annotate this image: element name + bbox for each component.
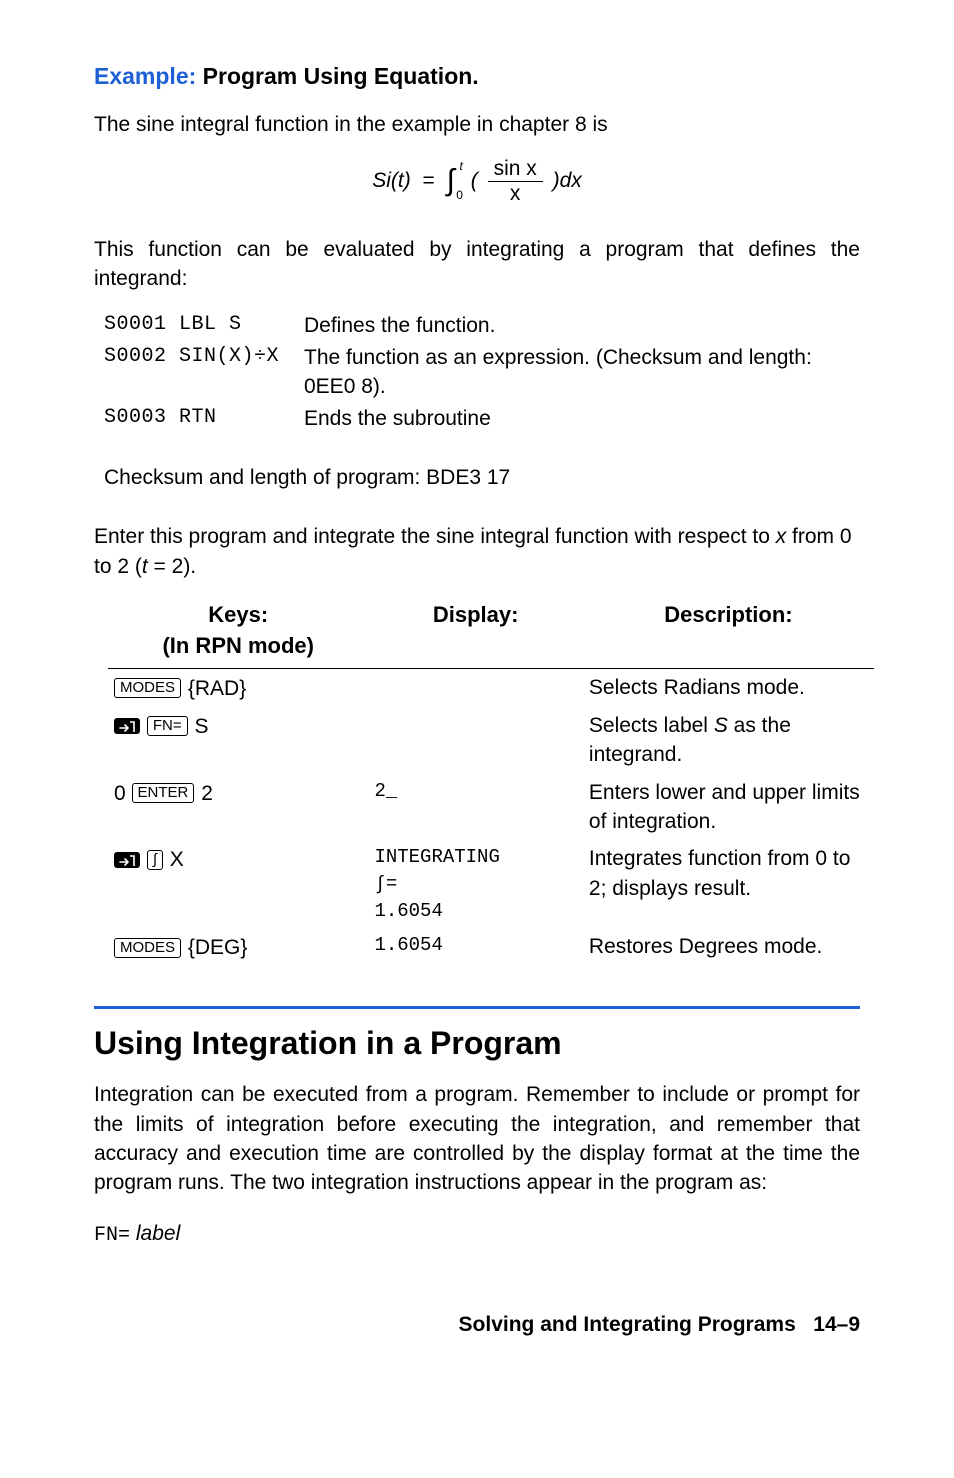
int-upper: t (460, 158, 463, 175)
desc-cell: Selects label S as the integrand. (583, 707, 874, 774)
example-label: Example: (94, 63, 196, 89)
intro3-var: x (776, 525, 787, 548)
key-text: {DEG} (182, 936, 247, 959)
desc-cell: Selects Radians mode. (583, 668, 874, 707)
example-heading: Example: Program Using Equation. (94, 60, 860, 92)
key-text: 2 (195, 781, 213, 804)
close-paren: ) (553, 169, 560, 192)
step-row: S0003 RTN Ends the subroutine (104, 404, 860, 433)
formula-lhs: Si(t) (372, 169, 411, 192)
formula-eq: = (423, 169, 435, 192)
step-code: S0001 LBL S (104, 311, 304, 340)
display-cell (368, 707, 582, 774)
shift-key (114, 718, 140, 734)
table-row: FN= S Selects label S as the integrand. (108, 707, 874, 774)
key-text: X (164, 848, 184, 871)
open-paren: ( (471, 169, 478, 192)
col-keys-header: Keys: (In RPN mode) (108, 599, 368, 668)
int-lower: 0 (456, 187, 463, 204)
keys-cell: 0 ENTER 2 (108, 774, 368, 841)
keys-cell: MODES {DEG} (108, 928, 368, 966)
key-text: {RAD} (182, 677, 246, 700)
page-footer: Solving and Integrating Programs 14–9 (94, 1310, 860, 1339)
table-row: MODES {RAD} Selects Radians mode. (108, 668, 874, 707)
col-desc-header: Description: (583, 599, 874, 668)
col-display-header: Display: (368, 599, 582, 668)
footer-page: 14–9 (813, 1313, 860, 1336)
intro3-a: Enter this program and integrate the sin… (94, 525, 776, 548)
integral-sign: ∫ t 0 (447, 160, 455, 202)
formula: Si(t) = ∫ t 0 ( sin x x )dx (94, 158, 860, 205)
desc-cell: Enters lower and upper limits of integra… (583, 774, 874, 841)
step-desc: The function as an expression. (Checksum… (304, 343, 860, 402)
footer-text: Solving and Integrating Programs (459, 1313, 796, 1336)
intro3-c: = 2). (148, 555, 196, 578)
step-row: S0002 SIN(X)÷X The function as an expres… (104, 343, 860, 402)
section-para: Integration can be executed from a progr… (94, 1080, 860, 1198)
display-cell: 1.6054 (368, 928, 582, 966)
key-text: S (189, 715, 209, 738)
checksum-line: Checksum and length of program: BDE3 17 (104, 463, 860, 492)
display-cell (368, 668, 582, 707)
keys-cell: ∫ X (108, 840, 368, 928)
formula-dx: dx (560, 169, 582, 192)
intro-para-3: Enter this program and integrate the sin… (94, 522, 860, 581)
table-row: 0 ENTER 2 2_ Enters lower and upper limi… (108, 774, 874, 841)
desc-pre: Selects label (589, 714, 714, 737)
modes-key: MODES (114, 938, 181, 958)
keys-table: Keys: (In RPN mode) Display: Description… (108, 599, 874, 966)
section-heading: Using Integration in a Program (94, 1021, 860, 1066)
fraction: sin x x (488, 158, 543, 205)
desc-cell: Integrates function from 0 to 2; display… (583, 840, 874, 928)
intro-para-1: The sine integral function in the exampl… (94, 110, 860, 139)
intro-para-2: This function can be evaluated by integr… (94, 235, 860, 294)
step-desc: Ends the subroutine (304, 404, 860, 433)
step-desc: Defines the function. (304, 311, 860, 340)
step-code: S0003 RTN (104, 404, 304, 433)
step-code: S0002 SIN(X)÷X (104, 343, 304, 402)
fn-key: FN= (147, 716, 188, 736)
keys-cell: FN= S (108, 707, 368, 774)
modes-key: MODES (114, 678, 181, 698)
desc-it: S (714, 714, 728, 737)
fraction-den: x (488, 182, 543, 205)
page: Example: Program Using Equation. The sin… (0, 0, 954, 1379)
key-text: 0 (114, 781, 132, 804)
table-row: MODES {DEG} 1.6054 Restores Degrees mode… (108, 928, 874, 966)
section-rule (94, 1006, 860, 1009)
enter-key: ENTER (132, 783, 195, 803)
fn-line: FN= label (94, 1219, 860, 1250)
shift-key (114, 852, 140, 868)
program-steps: S0001 LBL S Defines the function. S0002 … (104, 311, 860, 433)
table-row: ∫ X INTEGRATING ∫= 1.6054 Integrates fun… (108, 840, 874, 928)
fn-label: label (136, 1222, 180, 1245)
head-keys-l2: (In RPN mode) (162, 633, 314, 658)
display-cell: INTEGRATING ∫= 1.6054 (368, 840, 582, 928)
head-keys-l1: Keys: (208, 602, 268, 627)
fn-code: FN= (94, 1224, 130, 1247)
keys-cell: MODES {RAD} (108, 668, 368, 707)
integrate-key: ∫ (147, 850, 163, 870)
fraction-num: sin x (488, 158, 543, 182)
example-title: Program Using Equation. (203, 63, 479, 89)
desc-cell: Restores Degrees mode. (583, 928, 874, 966)
display-cell: 2_ (368, 774, 582, 841)
step-row: S0001 LBL S Defines the function. (104, 311, 860, 340)
